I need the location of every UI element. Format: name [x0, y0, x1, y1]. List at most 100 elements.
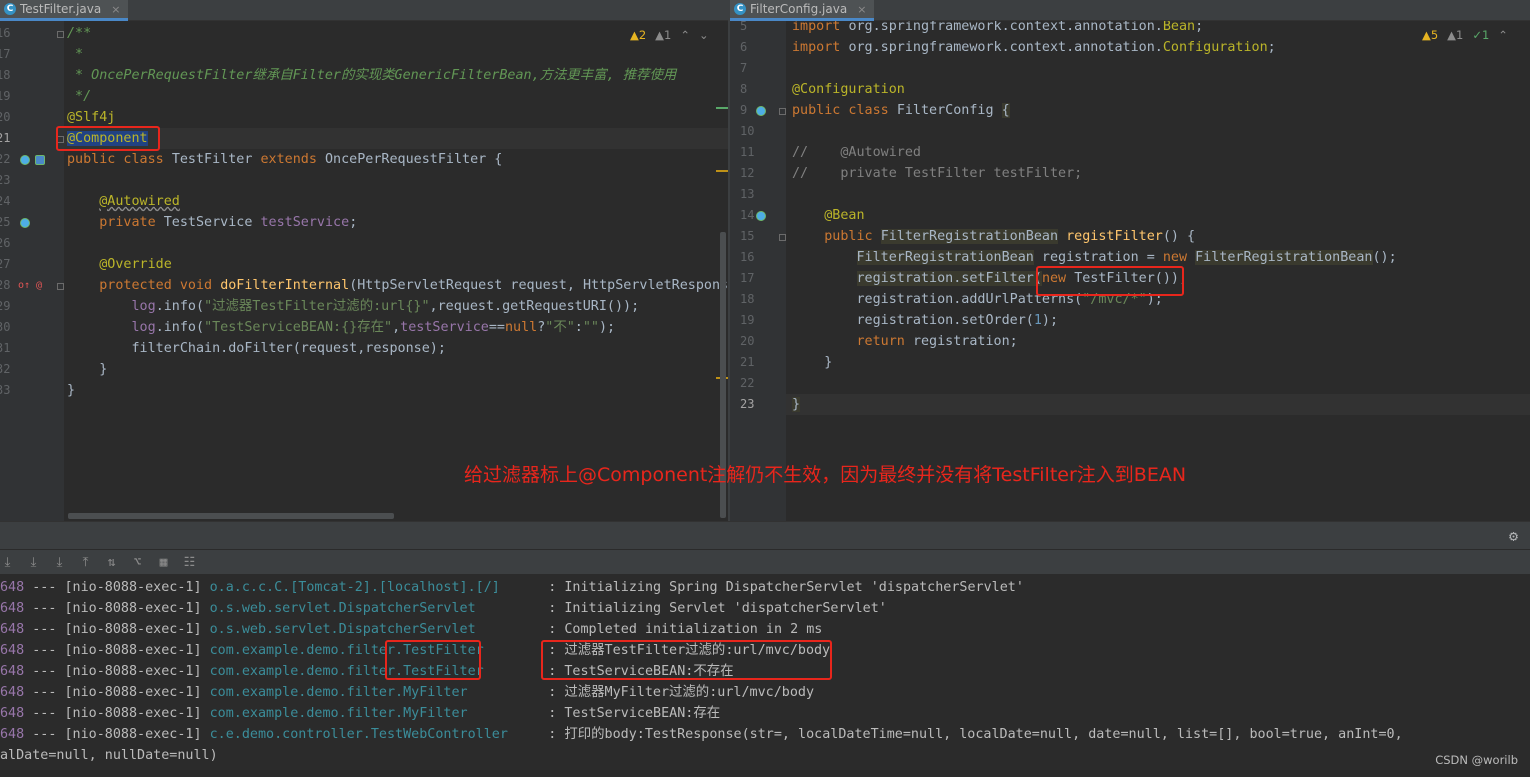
console-logger: o.a.c.c.C.[Tomcat-2].[localhost].[/]	[209, 580, 541, 595]
settings-gear-icon[interactable]: ⚙	[1509, 527, 1518, 545]
console-toolbar: ⤓ ⤓ ⤓ ⤒ ⇅ ⌥ ▦ ☷	[0, 549, 1530, 575]
console-msg: : Initializing Servlet 'dispatcherServle…	[540, 601, 887, 616]
line-number: 8	[740, 82, 748, 96]
right-tab-bar: C FilterConfig.java ×	[730, 0, 1530, 21]
code-line: @Configuration	[792, 82, 905, 97]
console-line: 648 --- [nio-8088-exec-1] com.example.de…	[0, 703, 720, 724]
warning-marker[interactable]	[716, 170, 728, 172]
line-number: 12	[740, 166, 755, 180]
fold-icon[interactable]	[779, 234, 786, 241]
horizontal-scrollbar[interactable]	[68, 513, 394, 519]
line-number: 15	[740, 229, 755, 243]
line-number: 20	[740, 334, 755, 348]
line-number: 24	[0, 194, 11, 208]
caret-line	[786, 394, 1530, 415]
code-line: public class FilterConfig {	[792, 103, 1010, 118]
line-number: 18	[740, 292, 755, 306]
next-highlight-icon[interactable]: ⌄	[699, 28, 709, 42]
line-number: 13	[740, 187, 755, 201]
fold-icon[interactable]	[779, 108, 786, 115]
line-number: 17	[740, 271, 755, 285]
line-number: 11	[740, 145, 755, 159]
line-number: 26	[0, 236, 11, 250]
line-number: 20	[0, 110, 11, 124]
left-editor-pane[interactable]: 16 17 18 19 20 21 22 23 24 25 26 27 28 29 30 31 32 33 /**…	[0, 0, 728, 521]
tab-label: FilterConfig.java	[750, 2, 848, 16]
code-line: @Bean	[824, 208, 865, 223]
line-number: 22	[0, 152, 11, 166]
console-msg: : Initializing Spring DispatcherServlet …	[540, 580, 1024, 595]
code-line: log.info("过滤器TestFilter过滤的:url{}",reques…	[131, 299, 640, 314]
highlight-box-new-testfilter	[1036, 266, 1184, 296]
inspection-widget[interactable]: ▲5 ▲1 ✓1 ⌃	[1422, 28, 1508, 42]
fold-icon[interactable]	[57, 283, 64, 290]
tab-filterconfig[interactable]: C FilterConfig.java ×	[730, 0, 875, 21]
tab-testfilter[interactable]: C TestFilter.java ×	[0, 0, 129, 21]
override-gutter-icon[interactable]: o↑ @	[18, 275, 42, 296]
layout-icon[interactable]: ▦	[156, 555, 171, 570]
highlight-box-component	[56, 126, 160, 151]
upload-icon[interactable]: ⤒	[78, 555, 93, 570]
console-logger: o.s.web.servlet.DispatcherServlet	[209, 601, 541, 616]
bean-gutter-icon[interactable]	[756, 106, 766, 116]
console-pid: 648	[0, 706, 25, 721]
line-number: 7	[740, 61, 748, 75]
warning-count[interactable]: ▲2	[630, 28, 646, 42]
console-line: 648 --- [nio-8088-exec-1] o.s.web.servle…	[0, 619, 822, 640]
line-number: 32	[0, 362, 11, 376]
run-gutter-icon[interactable]	[35, 155, 45, 165]
console-thread: --- [nio-8088-exec-1]	[24, 601, 210, 616]
console-output[interactable]: 648 --- [nio-8088-exec-1] o.a.c.c.C.[Tom…	[0, 577, 1530, 777]
code-line: @Override	[99, 257, 172, 272]
weak-warning-count[interactable]: ▲1	[655, 28, 671, 42]
close-icon[interactable]: ×	[857, 3, 866, 16]
bean-gutter-icon[interactable]	[20, 218, 30, 228]
download-icon[interactable]: ⤓	[26, 555, 41, 570]
prev-highlight-icon[interactable]: ⌃	[680, 28, 690, 42]
list-icon[interactable]: ☷	[182, 555, 197, 570]
ok-count[interactable]: ✓1	[1472, 28, 1489, 42]
console-logger: com.example.demo.filter.TestFilter	[209, 643, 541, 658]
code-line: }	[792, 355, 833, 370]
scroll-to-end-icon[interactable]: ⤓	[0, 555, 15, 570]
bean-gutter-icon[interactable]	[756, 211, 766, 221]
highlight-box-logger	[385, 640, 481, 680]
line-number: 31	[0, 341, 11, 355]
code-line: import org.springframework.context.annot…	[792, 40, 1276, 55]
fold-icon[interactable]	[57, 31, 64, 38]
console-msg: : Completed initialization in 2 ms	[540, 622, 823, 637]
code-line: @Autowired	[99, 194, 180, 209]
warning-count[interactable]: ▲5	[1422, 28, 1438, 42]
highlight-box-message	[541, 640, 832, 680]
console-logger: o.s.web.servlet.DispatcherServlet	[209, 622, 541, 637]
prev-highlight-icon[interactable]: ⌃	[1498, 28, 1508, 42]
console-msg: : 过滤器MyFilter过滤的:url/mvc/body	[540, 685, 814, 700]
tab-label: TestFilter.java	[20, 2, 102, 16]
console-line: 648 --- [nio-8088-exec-1] o.a.c.c.C.[Tom…	[0, 577, 1024, 598]
code-line: FilterRegistrationBean registration = ne…	[856, 250, 1397, 265]
line-number: 6	[740, 40, 748, 54]
console-logger: c.e.demo.controller.TestWebController	[209, 727, 541, 742]
console-pid: 648	[0, 664, 25, 679]
download-icon[interactable]: ⤓	[52, 555, 67, 570]
weak-warning-count[interactable]: ▲1	[1447, 28, 1463, 42]
soft-wrap-icon[interactable]: ⇅	[104, 555, 119, 570]
close-icon[interactable]: ×	[111, 3, 120, 16]
line-number: 17	[0, 47, 11, 61]
console-pid: 648	[0, 685, 25, 700]
code-line: // private TestFilter testFilter;	[792, 166, 1083, 181]
inspection-widget[interactable]: ▲2 ▲1 ⌃ ⌄	[630, 28, 709, 42]
code-line: @Slf4j	[67, 110, 116, 125]
code-line: protected void doFilterInternal(HttpServ…	[99, 278, 728, 293]
console-thread: --- [nio-8088-exec-1]	[24, 622, 210, 637]
console-logger: com.example.demo.filter.MyFilter	[209, 685, 541, 700]
line-number: 23	[740, 397, 755, 411]
filter-icon[interactable]: ⌥	[130, 555, 145, 570]
line-number: 29	[0, 299, 11, 313]
left-tab-bar: C TestFilter.java ×	[0, 0, 728, 21]
console-msg: : 打印的body:TestResponse(str=, localDateTi…	[540, 727, 1403, 742]
right-editor-pane[interactable]: 5 6 7 8 9 10 11 12 13 14 15 16 17 18 19 20 21 22 23 import…	[730, 0, 1530, 521]
bean-gutter-icon[interactable]	[20, 155, 30, 165]
change-marker[interactable]	[716, 107, 728, 109]
line-number: 16	[0, 26, 11, 40]
